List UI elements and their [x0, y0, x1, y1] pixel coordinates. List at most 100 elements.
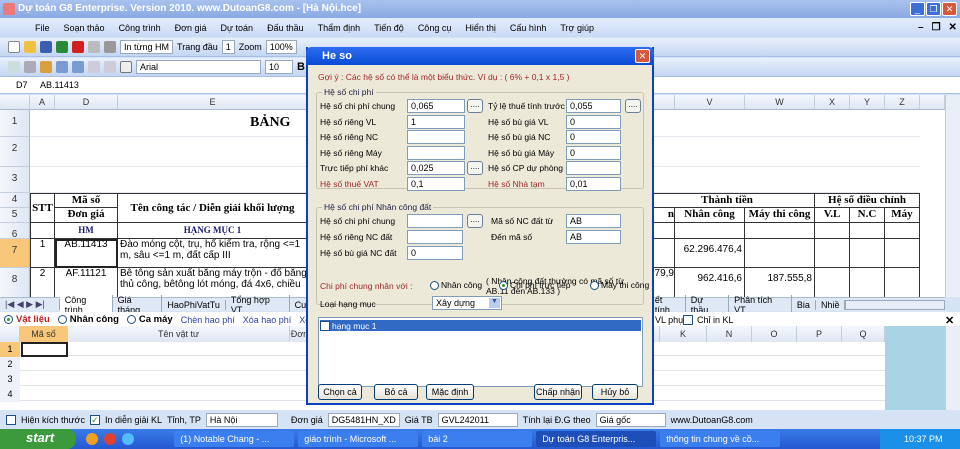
- material-type-radio[interactable]: Ca máy: [126, 314, 173, 325]
- code-range-input[interactable]: AB: [566, 214, 621, 228]
- print-explanation-checkbox[interactable]: ✓: [89, 414, 100, 425]
- lower-scrollbar[interactable]: [945, 326, 960, 410]
- cancel-button[interactable]: Hủy bỏ: [592, 384, 638, 400]
- restore-button[interactable]: ❐: [926, 2, 941, 16]
- coefficient-input[interactable]: 0: [566, 145, 621, 160]
- lower-link[interactable]: Xóa hao phí: [243, 315, 292, 325]
- radio-icon[interactable]: [590, 280, 599, 290]
- coefficient-input[interactable]: 0,055: [566, 99, 621, 113]
- chevron-down-icon[interactable]: ▼: [489, 298, 500, 308]
- row-header[interactable]: 5: [0, 208, 30, 223]
- radio-icon[interactable]: [57, 315, 67, 324]
- menu-item[interactable]: Trợ giúp: [553, 23, 601, 33]
- row-header[interactable]: 3: [0, 167, 30, 193]
- select-all-button[interactable]: Chọn cả: [318, 384, 362, 400]
- menu-item[interactable]: Thẩm định: [311, 23, 368, 33]
- print-preview-icon[interactable]: [88, 41, 100, 53]
- formula-input[interactable]: AB.11413: [36, 80, 79, 90]
- column-header[interactable]: Mã số: [20, 326, 68, 342]
- multiply-option-radio[interactable]: Máy thi công: [590, 280, 649, 290]
- column-header[interactable]: O: [752, 326, 797, 342]
- column-header[interactable]: [920, 95, 945, 110]
- select-all-corner[interactable]: [0, 95, 30, 110]
- expression-button[interactable]: ....: [467, 214, 483, 228]
- coefficient-input[interactable]: 1: [407, 114, 465, 129]
- column-header[interactable]: W: [745, 95, 815, 110]
- move-down-icon[interactable]: [104, 61, 116, 73]
- default-button[interactable]: Mặc định: [426, 384, 474, 400]
- unit-price-select[interactable]: DG5481HN_XD: [327, 412, 400, 427]
- row-header[interactable]: 4: [0, 193, 30, 208]
- redo-icon[interactable]: [72, 61, 84, 73]
- expression-button[interactable]: ....: [625, 99, 641, 113]
- menu-item[interactable]: File: [28, 23, 57, 33]
- coefficient-input[interactable]: 0,025: [407, 161, 465, 175]
- zoom-select[interactable]: 100%: [265, 40, 297, 54]
- list-item[interactable]: hạng mục 1: [320, 320, 641, 331]
- row-header[interactable]: 7: [0, 239, 30, 268]
- province-select[interactable]: Hà Nội: [205, 412, 278, 427]
- column-header[interactable]: V: [675, 95, 745, 110]
- row-header[interactable]: 3: [0, 372, 20, 387]
- radio-icon[interactable]: [4, 315, 13, 324]
- tab-navigation[interactable]: |◀ ◀ ▶ ▶|: [0, 299, 60, 310]
- list-item-checkbox[interactable]: [320, 320, 330, 331]
- multiply-option-radio[interactable]: Chi phí trực tiếp: [499, 280, 571, 290]
- close-button[interactable]: ✕: [942, 2, 957, 16]
- column-header[interactable]: Tên vật tư: [68, 326, 290, 342]
- column-header[interactable]: X: [815, 95, 850, 110]
- coefficient-input[interactable]: 0: [566, 130, 621, 144]
- deselect-all-button[interactable]: Bỏ cả: [374, 384, 418, 400]
- coefficient-input[interactable]: 0,1: [407, 176, 465, 191]
- selected-cell[interactable]: [21, 342, 68, 357]
- undo-icon[interactable]: [56, 61, 68, 73]
- row-header[interactable]: 2: [0, 137, 30, 167]
- radio-icon[interactable]: [430, 280, 439, 290]
- multiply-option-radio[interactable]: Nhân công: [430, 280, 482, 290]
- column-header[interactable]: D: [55, 95, 118, 110]
- labor-coefficient-input[interactable]: [407, 214, 463, 228]
- mdi-minimize-button[interactable]: –: [918, 22, 924, 33]
- chrome-icon[interactable]: [104, 433, 117, 445]
- recalc-select[interactable]: Giá gốc: [595, 412, 666, 427]
- labor-coefficient-input[interactable]: [407, 230, 463, 244]
- copy-icon[interactable]: [8, 61, 20, 73]
- column-header[interactable]: Z: [885, 95, 920, 110]
- menu-item[interactable]: Công cụ: [411, 23, 459, 33]
- row-header[interactable]: 2: [0, 357, 20, 372]
- show-dimensions-checkbox[interactable]: [6, 414, 16, 425]
- cell-reference[interactable]: D7: [0, 80, 36, 90]
- sheet-tab[interactable]: Nhiề: [816, 299, 846, 310]
- select-all-corner[interactable]: [0, 326, 20, 342]
- column-header[interactable]: Y: [850, 95, 885, 110]
- mdi-close-button[interactable]: ✕: [949, 22, 957, 33]
- menu-item[interactable]: Cấu hình: [503, 23, 554, 33]
- borders-icon[interactable]: [120, 61, 132, 73]
- column-header[interactable]: P: [797, 326, 842, 342]
- taskbar-item[interactable]: Dự toán G8 Enterpris...: [536, 431, 657, 447]
- row-header[interactable]: 1: [0, 342, 20, 357]
- website-link[interactable]: www.DutoanG8.com: [671, 415, 753, 425]
- taskbar-item[interactable]: (1) Notable Chang - ...: [174, 431, 295, 447]
- mdi-restore-button[interactable]: ❐: [932, 22, 941, 33]
- lower-link[interactable]: Chèn hao phí: [181, 315, 235, 325]
- avg-price-select[interactable]: GVL242011: [437, 412, 518, 427]
- coefficient-input[interactable]: [407, 130, 465, 144]
- browser-icon[interactable]: [86, 433, 99, 445]
- save-icon[interactable]: [40, 41, 52, 53]
- new-file-icon[interactable]: [8, 41, 20, 53]
- column-header[interactable]: K: [660, 326, 707, 342]
- menu-item[interactable]: Tiến độ: [367, 23, 411, 33]
- start-button[interactable]: start: [0, 429, 77, 449]
- font-size-select[interactable]: 10: [265, 60, 293, 74]
- row-header[interactable]: 1: [0, 110, 30, 137]
- excel-icon[interactable]: [56, 41, 68, 53]
- print-icon[interactable]: [104, 41, 116, 53]
- sheet-tab[interactable]: Bia: [792, 299, 816, 310]
- coefficient-input[interactable]: [407, 145, 465, 160]
- taskbar-item[interactable]: giáo trình - Microsoft ...: [298, 431, 419, 447]
- menu-item[interactable]: Hiển thị: [458, 23, 503, 33]
- sheet-tab[interactable]: HaoPhiVatTu: [162, 299, 226, 310]
- column-header[interactable]: A: [30, 95, 55, 110]
- coefficient-input[interactable]: 0: [566, 114, 621, 129]
